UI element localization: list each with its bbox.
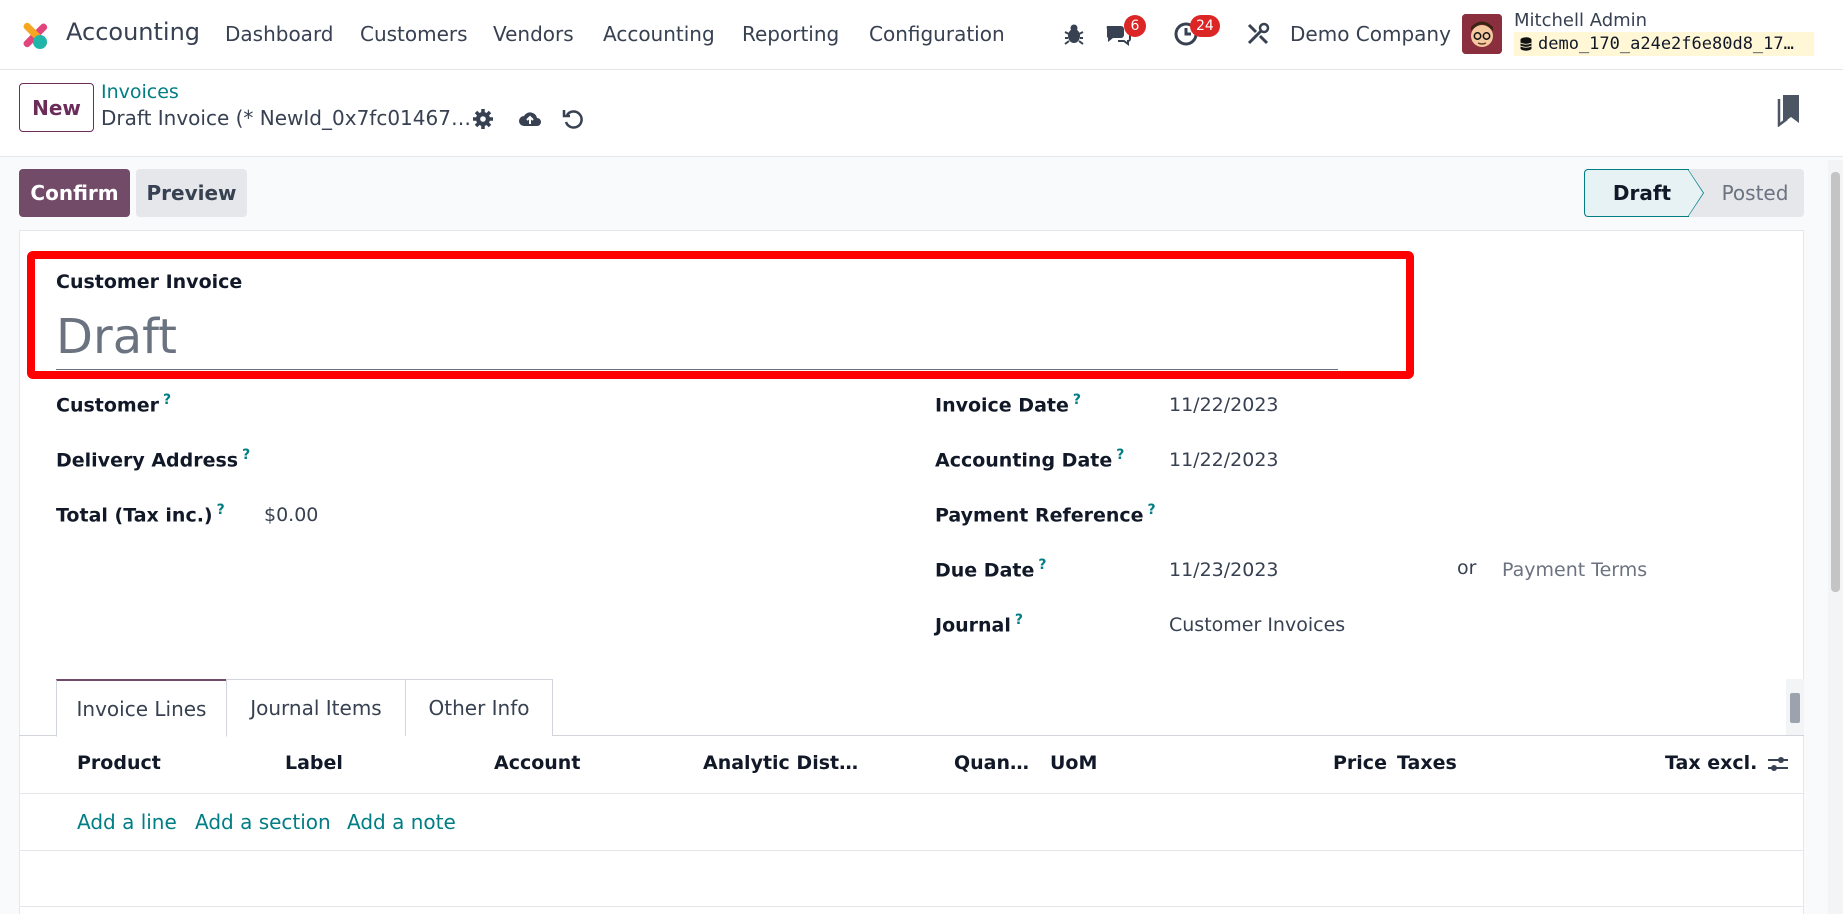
tab-invoice-lines[interactable]: Invoice Lines [56, 679, 227, 737]
invoice-date-field[interactable]: 11/22/2023 [1169, 394, 1279, 416]
payment-reference-label: Payment Reference? [935, 502, 1156, 527]
status-posted[interactable]: Posted [1688, 169, 1804, 217]
column-uom[interactable]: UoM [1050, 752, 1097, 774]
column-taxes[interactable]: Taxes [1397, 752, 1457, 774]
column-quantity[interactable]: Quan… [954, 752, 1029, 774]
help-icon[interactable]: ? [1038, 557, 1046, 573]
due-date-field[interactable]: 11/23/2023 [1169, 559, 1279, 581]
menu-customers[interactable]: Customers [360, 22, 468, 46]
save-cloud-icon[interactable] [517, 106, 543, 132]
due-date-or-text: or [1457, 557, 1477, 579]
table-row-divider [19, 850, 1804, 851]
help-icon[interactable]: ? [1015, 612, 1023, 628]
control-panel: New Invoices Draft Invoice (* NewId_0x7f… [0, 70, 1843, 157]
accounting-app-icon[interactable] [18, 18, 52, 52]
optional-columns-icon[interactable] [1766, 752, 1790, 776]
menu-reporting[interactable]: Reporting [742, 22, 839, 46]
payment-terms-field[interactable]: Payment Terms [1502, 559, 1647, 581]
total-tax-inc-label: Total (Tax inc.)? [56, 502, 225, 527]
help-icon[interactable]: ? [163, 392, 171, 408]
column-tax-excl[interactable]: Tax excl. [1665, 752, 1757, 774]
notebook-scroll-thumb[interactable] [1790, 693, 1800, 723]
menu-accounting[interactable]: Accounting [603, 22, 715, 46]
tab-other-info[interactable]: Other Info [405, 679, 553, 736]
menu-vendors[interactable]: Vendors [493, 22, 574, 46]
breadcrumb-current-record: Draft Invoice (* NewId_0x7fc01467… [101, 106, 471, 130]
status-draft[interactable]: Draft [1584, 169, 1689, 217]
activities-badge: 24 [1190, 15, 1220, 37]
bookmark-icon[interactable] [1777, 93, 1805, 127]
gear-icon[interactable] [470, 106, 496, 132]
discard-undo-icon[interactable] [560, 106, 586, 132]
bug-icon[interactable] [1060, 20, 1088, 48]
column-analytic-distribution[interactable]: Analytic Dist… [703, 752, 858, 774]
menu-dashboard[interactable]: Dashboard [225, 22, 334, 46]
app-name[interactable]: Accounting [66, 18, 200, 46]
total-tax-inc-value: $0.00 [264, 504, 319, 526]
new-button[interactable]: New [19, 83, 94, 132]
status-bar: Posted Draft [1584, 169, 1804, 217]
invoice-name-field[interactable]: Draft [56, 307, 1338, 370]
help-icon[interactable]: ? [1116, 447, 1124, 463]
customer-label: Customer? [56, 392, 172, 417]
user-name[interactable]: Mitchell Admin [1514, 10, 1647, 31]
messages-badge: 6 [1124, 15, 1146, 37]
user-avatar[interactable] [1462, 14, 1502, 54]
add-line-link[interactable]: Add a line [77, 810, 177, 834]
breadcrumb-invoices[interactable]: Invoices [101, 81, 179, 103]
database-label: demo_170_a24e2f6e80d8_17… [1538, 34, 1794, 54]
table-row-divider [19, 906, 1804, 907]
page-scrollbar[interactable] [1828, 160, 1843, 914]
help-icon[interactable]: ? [1148, 502, 1156, 518]
accounting-date-label: Accounting Date? [935, 447, 1125, 472]
column-product[interactable]: Product [77, 752, 161, 774]
delivery-address-label: Delivery Address? [56, 447, 251, 472]
accounting-date-field[interactable]: 11/22/2023 [1169, 449, 1279, 471]
help-icon[interactable]: ? [217, 502, 225, 518]
journal-field[interactable]: Customer Invoices [1169, 614, 1345, 636]
table-header-divider [19, 793, 1804, 794]
help-icon[interactable]: ? [242, 447, 250, 463]
invoice-date-label: Invoice Date? [935, 392, 1081, 417]
due-date-label: Due Date? [935, 557, 1047, 582]
add-note-link[interactable]: Add a note [347, 810, 456, 834]
column-price[interactable]: Price [1333, 752, 1387, 774]
confirm-button[interactable]: Confirm [19, 169, 130, 217]
database-name: demo_170_a24e2f6e80d8_17… [1514, 32, 1814, 56]
notebook-scrollbar[interactable] [1786, 679, 1804, 735]
database-icon [1520, 37, 1532, 51]
tab-journal-items[interactable]: Journal Items [226, 679, 406, 736]
column-account[interactable]: Account [494, 752, 580, 774]
add-section-link[interactable]: Add a section [195, 810, 331, 834]
menu-configuration[interactable]: Configuration [869, 22, 1005, 46]
preview-button[interactable]: Preview [136, 169, 247, 217]
help-icon[interactable]: ? [1073, 392, 1081, 408]
page-scroll-thumb[interactable] [1831, 172, 1840, 592]
tools-icon[interactable] [1244, 20, 1272, 48]
move-type-label: Customer Invoice [56, 271, 243, 293]
company-switcher[interactable]: Demo Company [1290, 22, 1451, 46]
journal-label: Journal? [935, 612, 1024, 637]
top-navbar: Accounting Dashboard Customers Vendors A… [0, 0, 1843, 70]
status-arrow-fill [1688, 170, 1703, 216]
column-label[interactable]: Label [285, 752, 343, 774]
